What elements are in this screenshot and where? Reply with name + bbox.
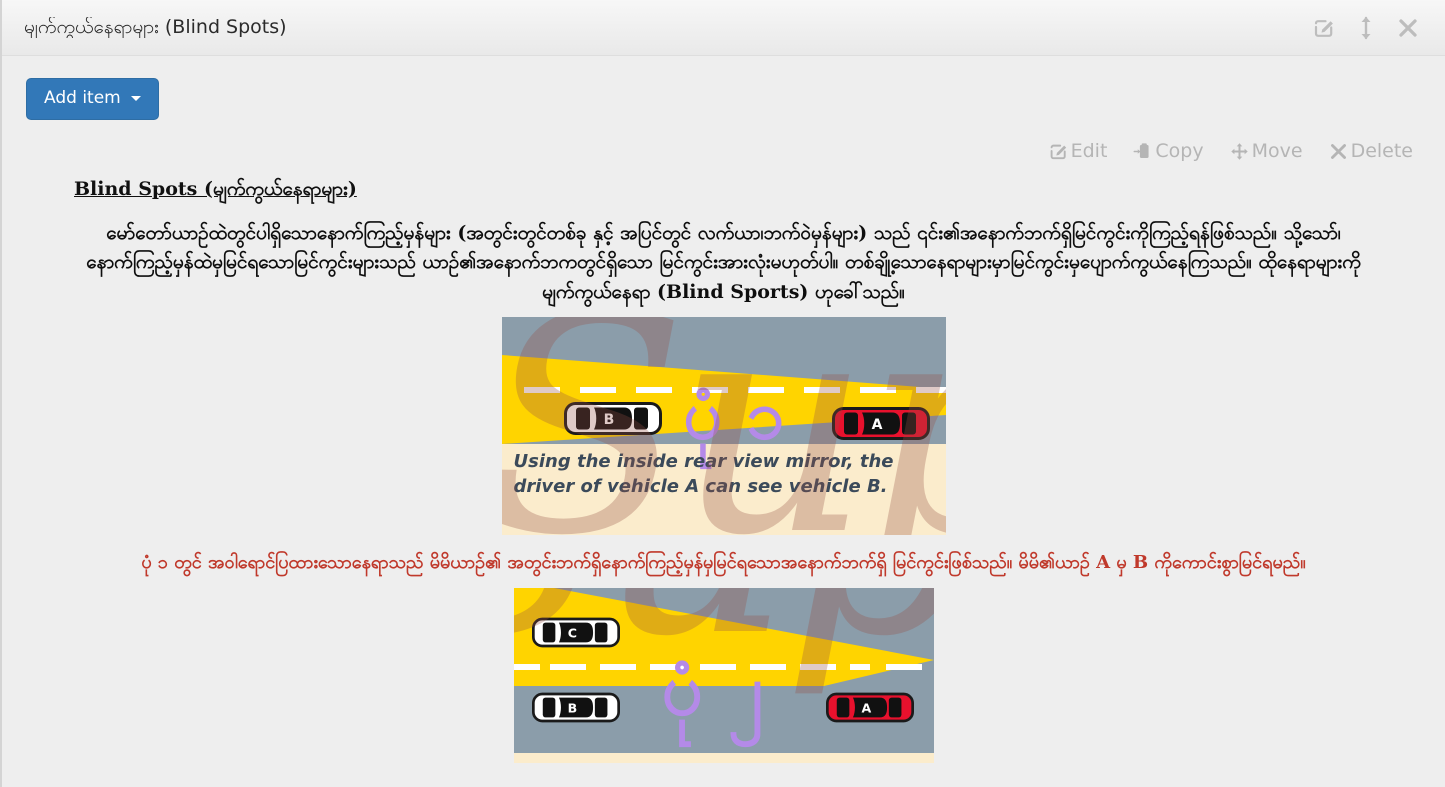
body-paragraph: မော်တော်ယာဉ်ထဲတွင်ပါရှိသောနောက်ကြည့်မှန်… [86, 222, 1361, 303]
item-action-toolbar: Edit Copy Move Delete [2, 120, 1445, 161]
delete-action-label: Delete [1350, 140, 1413, 162]
window-body: Add item Edit Copy Move Delete Blind Spo… [2, 56, 1445, 787]
window-controls [1311, 15, 1429, 41]
move-action-label: Move [1251, 140, 1303, 162]
car-b: B [531, 692, 620, 723]
figure-2-vision-cone [513, 588, 934, 687]
close-icon[interactable] [1395, 15, 1421, 41]
figure-2: C B A ပုံ ၂ [513, 588, 934, 764]
figure-1-lane-markings [502, 387, 946, 394]
copy-action[interactable]: Copy [1133, 140, 1204, 162]
item-content: Blind Spots (မျက်ကွယ်နေရာများ) မော်တော်ယ… [2, 161, 1445, 764]
figure-2-road: C B A [513, 588, 934, 754]
page-title: Blind Spots (မျက်ကွယ်နေရာများ) [74, 178, 357, 200]
svg-text:A: A [861, 701, 871, 716]
edit-action[interactable]: Edit [1049, 140, 1108, 162]
svg-text:A: A [871, 417, 882, 433]
delete-action[interactable]: Delete [1329, 142, 1413, 161]
chevron-down-icon [130, 96, 141, 101]
car-b: B [563, 402, 662, 436]
figure-1-wrapper: B A ပုံ ၁ Using the inside rear view mir… [38, 317, 1409, 536]
edit-icon[interactable] [1311, 15, 1337, 41]
add-item-button[interactable]: Add item [26, 78, 159, 120]
window-titlebar: မျက်ကွယ်နေရာများ (Blind Spots) [2, 0, 1445, 56]
copy-action-label: Copy [1155, 140, 1204, 162]
red-caption: ပုံ ၁ တွင် အဝါရောင်ပြထားသောနေရာသည် မိမိယ… [141, 552, 1306, 574]
app-window: မျက်ကွယ်နေရာများ (Blind Spots) Add item … [0, 0, 1445, 787]
figure-2-wrapper: C B A ပုံ ၂ [38, 588, 1409, 764]
figure-1-road: B A [501, 317, 946, 445]
copy-icon [1133, 143, 1149, 158]
car-a: A [831, 407, 930, 441]
edit-square-icon [1050, 144, 1066, 160]
close-x-icon [1330, 144, 1346, 159]
figure-1-caption: Using the inside rear view mirror, the d… [513, 451, 894, 497]
move-arrows-icon [1230, 143, 1248, 160]
add-item-bar: Add item [2, 56, 1445, 120]
svg-text:C: C [567, 626, 576, 641]
svg-text:B: B [567, 701, 577, 716]
figure-1: B A ပုံ ၁ Using the inside rear view mir… [501, 317, 946, 536]
edit-action-label: Edit [1070, 140, 1108, 162]
add-item-label: Add item [44, 88, 121, 108]
svg-text:B: B [603, 412, 614, 428]
resize-vertical-icon[interactable] [1353, 15, 1379, 41]
move-action[interactable]: Move [1230, 142, 1303, 161]
car-a: A [825, 692, 914, 723]
window-title: မျက်ကွယ်နေရာများ (Blind Spots) [24, 16, 287, 38]
car-c: C [531, 617, 620, 648]
figure-2-lane-markings [513, 664, 934, 671]
